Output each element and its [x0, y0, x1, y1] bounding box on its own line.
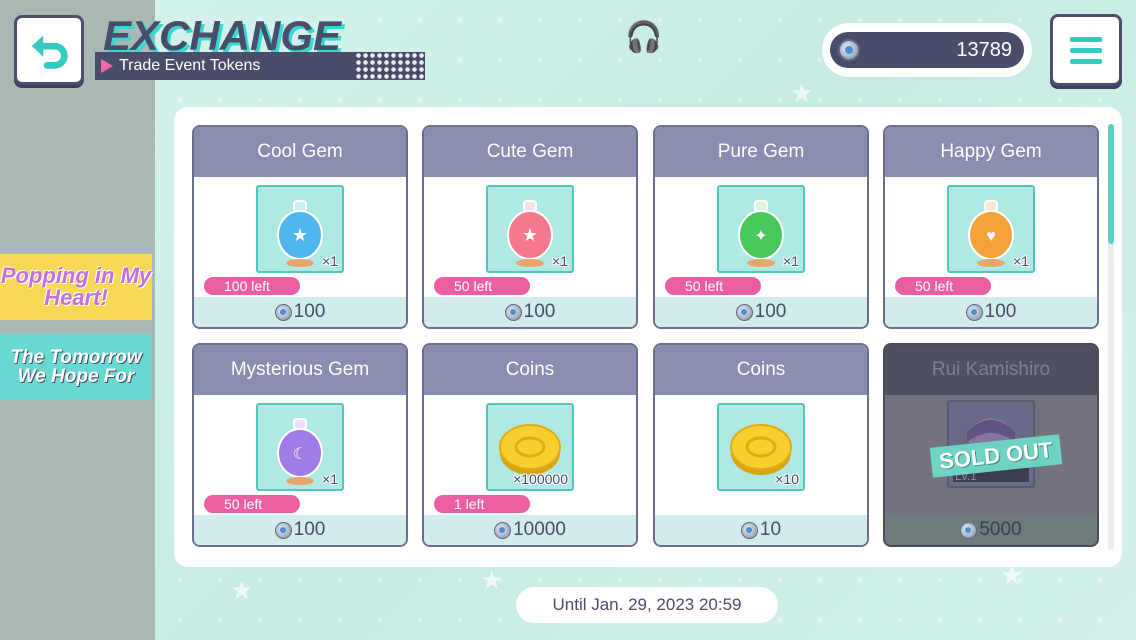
item-quantity: ×100000	[513, 471, 568, 487]
subtitle-bar: Trade Event Tokens	[95, 52, 425, 80]
item-name: Coins	[424, 345, 636, 395]
svg-text:☾: ☾	[293, 446, 307, 463]
currency-amount: 13789	[956, 38, 1012, 61]
star-decoration-icon: ★	[480, 565, 504, 595]
item-image: ✦ ×1	[717, 185, 805, 273]
item-price: 100	[194, 515, 406, 545]
event-token-icon	[735, 303, 753, 321]
event-token-icon	[838, 39, 860, 61]
headphone-icon: 🎧	[625, 21, 663, 54]
item-image: ★ ×1	[486, 185, 574, 273]
item-image: ☾ ×1	[256, 403, 344, 491]
item-quantity: ×10	[775, 471, 799, 487]
item-quantity: ×1	[1013, 253, 1029, 269]
svg-text:✦: ✦	[754, 228, 767, 245]
hamburger-menu-icon	[1070, 36, 1102, 42]
star-decoration-icon: ★	[230, 575, 254, 605]
event-token-icon	[960, 521, 978, 539]
item-price-value: 100	[754, 301, 787, 322]
back-button[interactable]	[14, 15, 84, 85]
stock-left-badge: 50 left	[434, 277, 530, 295]
event-token-icon	[965, 303, 983, 321]
star-decoration-icon: ★	[790, 78, 814, 108]
svg-text:♥: ♥	[986, 228, 996, 245]
exchange-item-cute-gem[interactable]: Cute Gem ★ ×1 50 left 100	[422, 125, 638, 329]
left-panel	[0, 0, 155, 640]
exchange-item-rui-kamishiro[interactable]: Rui Kamishiro Lv.1 SOLD OUT 5000	[883, 343, 1099, 547]
event-tab-label: The Tomorrow We Hope For	[10, 347, 142, 387]
item-price-value: 10000	[513, 519, 566, 540]
item-name: Happy Gem	[885, 127, 1097, 177]
event-token-icon	[274, 303, 292, 321]
event-tab-popping-in-my-heart[interactable]: Popping in My Heart!	[0, 254, 152, 320]
item-price: 100	[194, 297, 406, 327]
item-price: 5000	[885, 515, 1097, 545]
item-name: Rui Kamishiro	[885, 345, 1097, 395]
item-name: Mysterious Gem	[194, 345, 406, 395]
item-price-value: 10	[759, 519, 782, 540]
stock-left-badge: 100 left	[204, 277, 300, 295]
page-subtitle: Trade Event Tokens	[119, 57, 261, 74]
item-price: 10000	[424, 515, 636, 545]
item-image: ×100000	[486, 403, 574, 491]
exchange-deadline: Until Jan. 29, 2023 20:59	[516, 587, 778, 623]
stock-left-badge: 50 left	[204, 495, 300, 513]
item-price: 100	[885, 297, 1097, 327]
item-price: 100	[424, 297, 636, 327]
exchange-item-pure-gem[interactable]: Pure Gem ✦ ×1 50 left 100	[653, 125, 869, 329]
event-tab-the-tomorrow-we-hope-for[interactable]: The Tomorrow We Hope For	[0, 334, 152, 400]
event-token-icon	[274, 521, 292, 539]
svg-text:★: ★	[292, 225, 308, 245]
item-quantity: ×1	[322, 253, 338, 269]
item-quantity: ×1	[552, 253, 568, 269]
exchange-item-coins-10[interactable]: Coins ×10 10	[653, 343, 869, 547]
exchange-item-happy-gem[interactable]: Happy Gem ♥ ×1 50 left 100	[883, 125, 1099, 329]
item-quantity: ×1	[783, 253, 799, 269]
item-name: Cool Gem	[194, 127, 406, 177]
event-token-icon	[504, 303, 522, 321]
stock-left-badge: 50 left	[665, 277, 761, 295]
item-image: ★ ×1	[256, 185, 344, 273]
exchange-item-mysterious-gem[interactable]: Mysterious Gem ☾ ×1 50 left 100	[192, 343, 408, 547]
item-image: ×10	[717, 403, 805, 491]
item-price-value: 100	[984, 301, 1017, 322]
page-header: EXCHANGE Trade Event Tokens	[95, 12, 435, 92]
stock-left-badge: 1 left	[434, 495, 530, 513]
menu-button[interactable]	[1050, 14, 1122, 86]
item-price: 10	[655, 515, 867, 545]
item-price-value: 100	[293, 301, 326, 322]
item-name: Pure Gem	[655, 127, 867, 177]
currency-display: 13789	[822, 23, 1032, 77]
event-tab-label: Popping in My Heart!	[0, 263, 152, 310]
item-price-value: 100	[523, 301, 556, 322]
event-token-icon	[740, 521, 758, 539]
item-quantity: ×1	[322, 471, 338, 487]
item-price-value: 100	[293, 519, 326, 540]
item-name: Cute Gem	[424, 127, 636, 177]
item-image: ♥ ×1	[947, 185, 1035, 273]
event-token-icon	[494, 521, 512, 539]
exchange-item-coins-100000[interactable]: Coins ×100000 1 left 10000	[422, 343, 638, 547]
item-name: Coins	[655, 345, 867, 395]
item-price-value: 5000	[979, 519, 1022, 540]
exchange-item-cool-gem[interactable]: Cool Gem ★ ×1 100 left 100	[192, 125, 408, 329]
svg-text:★: ★	[522, 225, 538, 245]
scrollbar-thumb[interactable]	[1108, 124, 1114, 244]
stock-left-badge: 50 left	[895, 277, 991, 295]
item-price: 100	[655, 297, 867, 327]
back-arrow-icon	[31, 35, 68, 69]
